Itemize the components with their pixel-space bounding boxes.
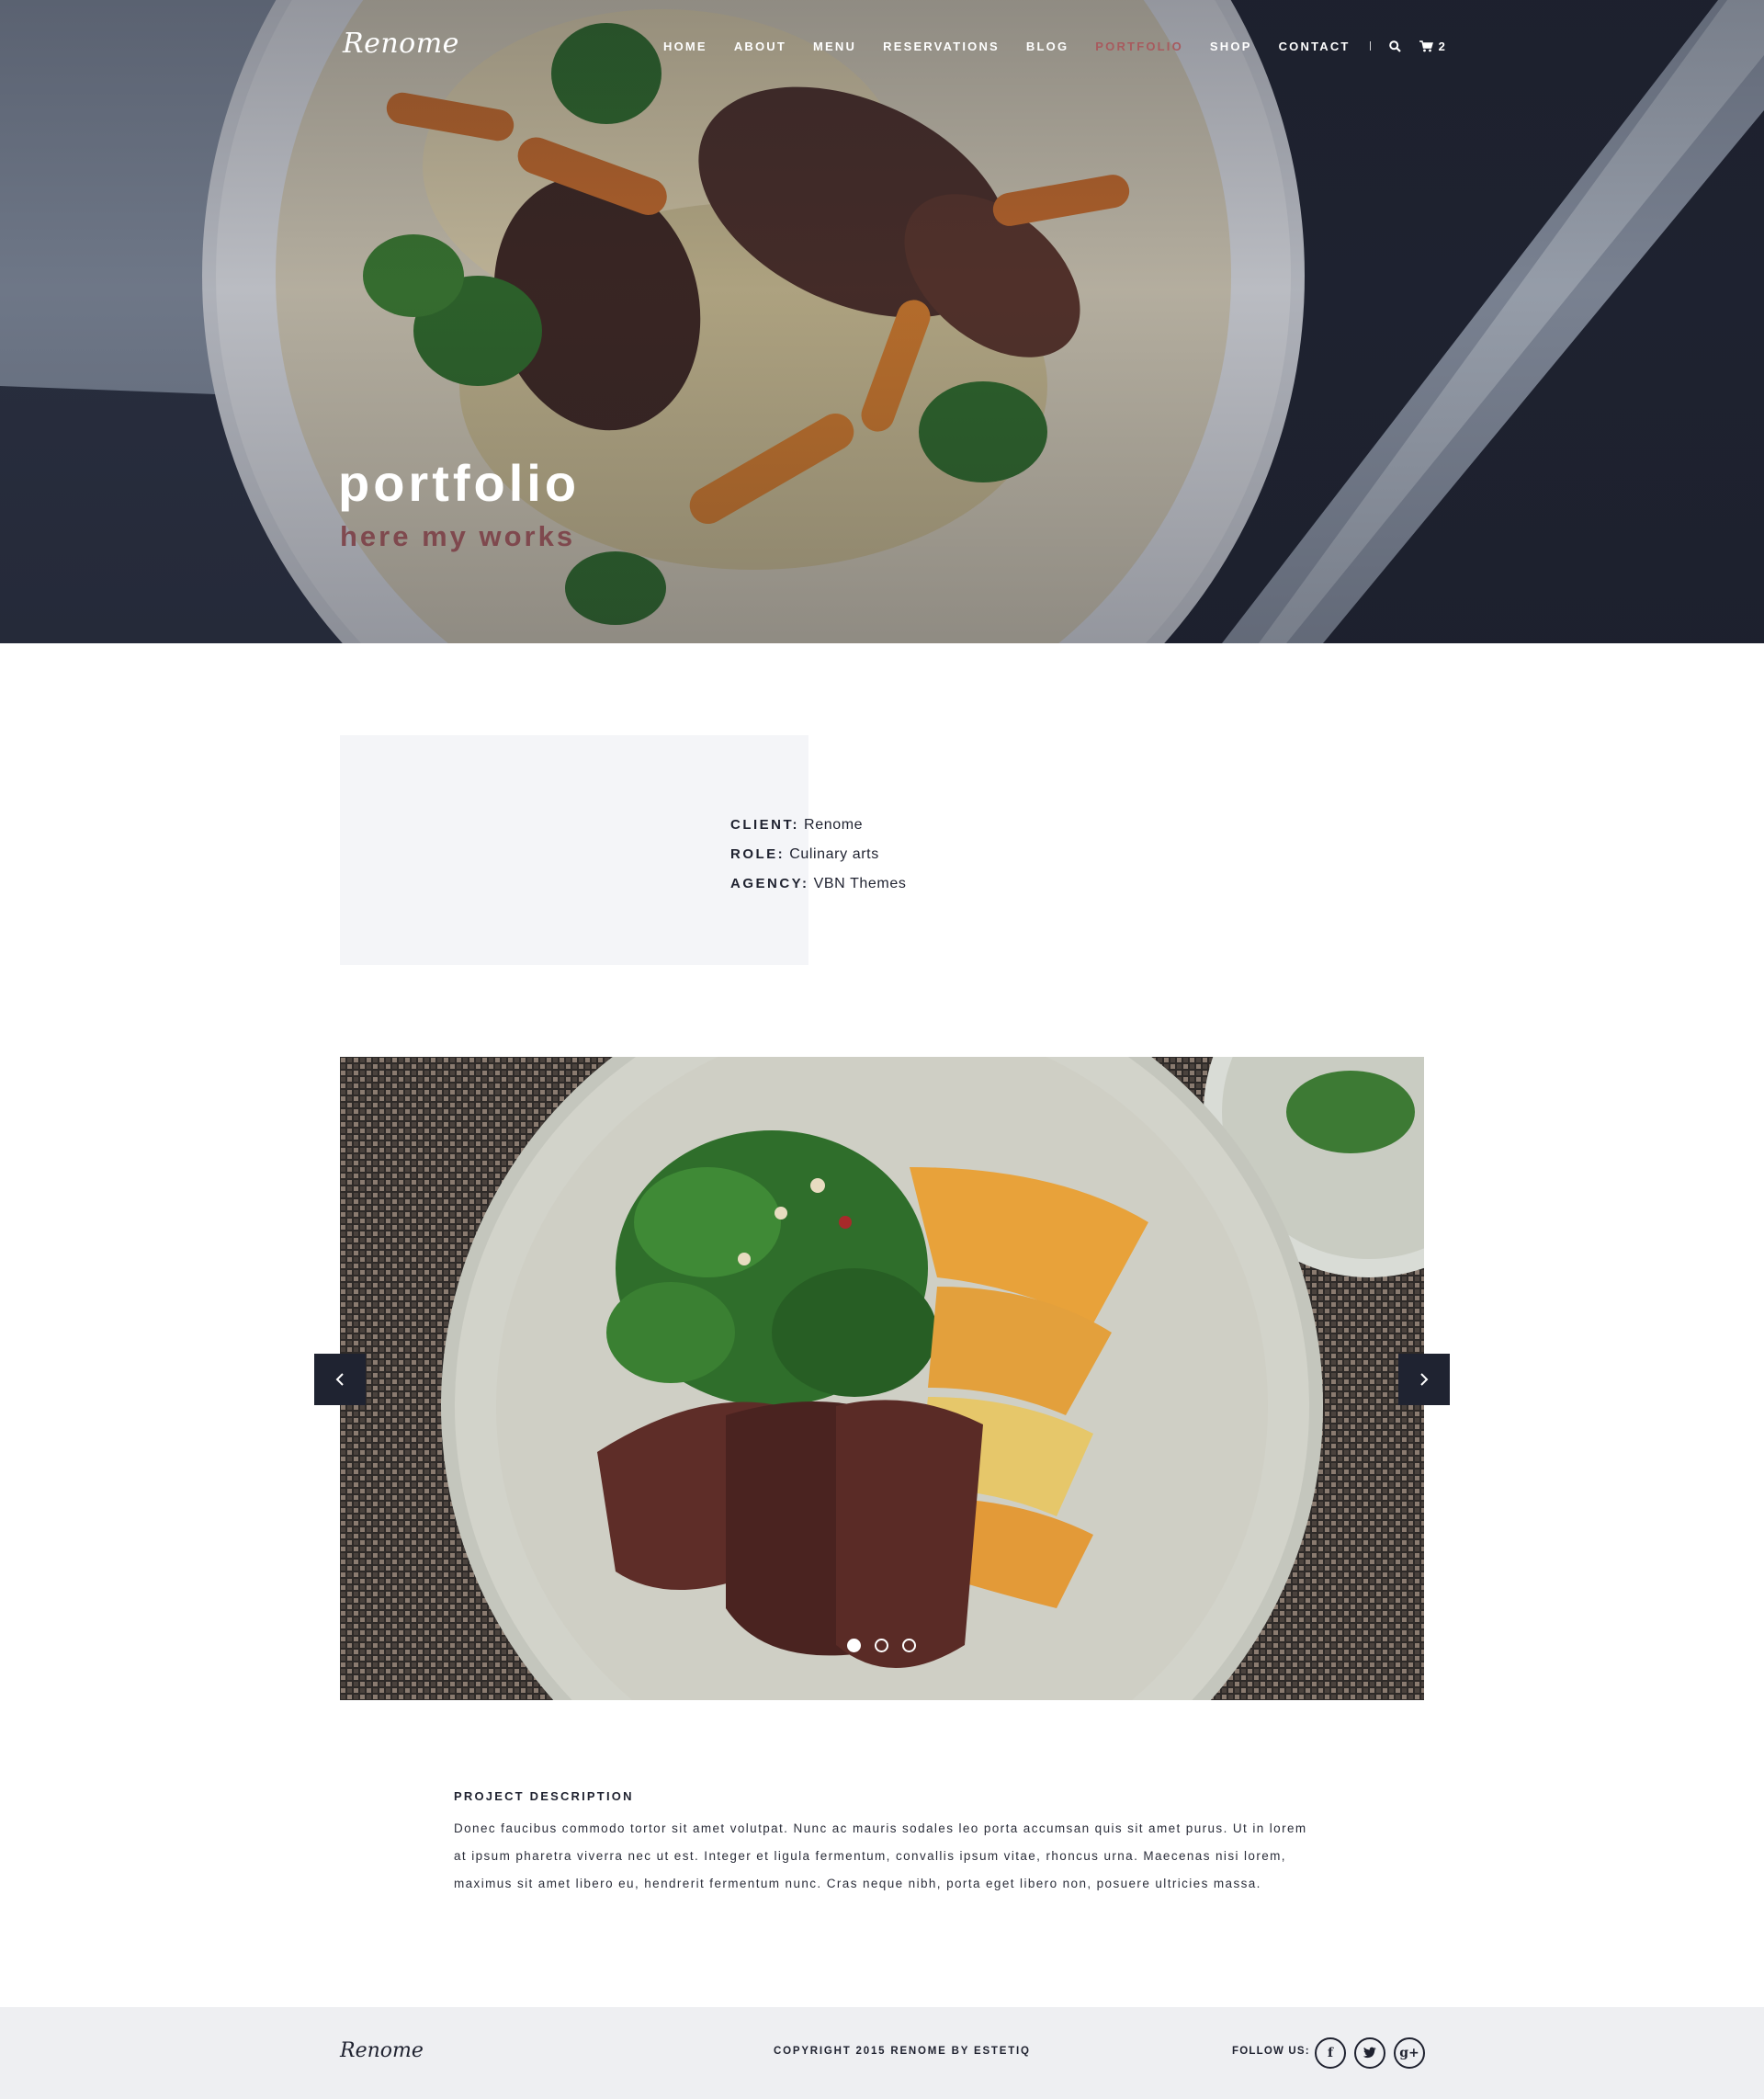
follow-us-label: FOLLOW US:	[1232, 2046, 1310, 2057]
slider-dot-3[interactable]	[902, 1639, 916, 1652]
chevron-left-icon	[335, 1373, 344, 1386]
project-image-slider[interactable]	[340, 1057, 1424, 1700]
nav-item-portfolio[interactable]: PORTFOLIO	[1095, 40, 1183, 53]
description-text: Donec faucibus commodo tortor sit amet v…	[454, 1821, 1307, 1890]
cart-count: 2	[1438, 39, 1445, 53]
nav-item-blog[interactable]: BLOG	[1026, 40, 1069, 53]
nav-item-contact[interactable]: CONTACT	[1279, 40, 1351, 53]
slider-pagination	[847, 1639, 930, 1652]
agency-row: AGENCY: VBN Themes	[730, 869, 906, 899]
slider-next-button[interactable]	[1398, 1354, 1450, 1405]
slide-food-image	[340, 1057, 1424, 1700]
client-value: Renome	[804, 817, 864, 833]
agency-value: VBN Themes	[813, 876, 907, 891]
slider-dot-2[interactable]	[875, 1639, 888, 1652]
description-heading: PROJECT DESCRIPTION	[454, 1789, 634, 1803]
slider-dot-1[interactable]	[847, 1639, 861, 1652]
site-logo[interactable]: Renome	[343, 28, 459, 60]
role-value: Culinary arts	[789, 846, 879, 862]
site-footer: Renome COPYRIGHT 2015 RENOME BY ESTETIQ …	[0, 2007, 1764, 2099]
nav-item-home[interactable]: HOME	[663, 40, 707, 53]
project-info-list: CLIENT: Renome ROLE: Culinary arts AGENC…	[730, 811, 906, 899]
agency-label: AGENCY:	[730, 876, 809, 891]
cart-button[interactable]: 2	[1419, 40, 1445, 53]
client-label: CLIENT:	[730, 817, 799, 833]
chevron-right-icon	[1420, 1373, 1429, 1386]
nav-item-reservations[interactable]: RESERVATIONS	[883, 40, 1000, 53]
search-icon[interactable]	[1388, 40, 1401, 52]
client-row: CLIENT: Renome	[730, 811, 906, 840]
nav-divider	[1369, 41, 1371, 51]
footer-copyright: COPYRIGHT 2015 RENOME BY ESTETIQ	[774, 2046, 1031, 2057]
hero-overlay	[0, 0, 1764, 643]
nav-item-menu[interactable]: MENU	[813, 40, 856, 53]
social-links: f g+	[1315, 2037, 1433, 2069]
facebook-icon[interactable]: f	[1315, 2037, 1346, 2069]
twitter-icon[interactable]	[1354, 2037, 1385, 2069]
nav-item-about[interactable]: ABOUT	[734, 40, 786, 53]
main-nav: HOME ABOUT MENU RESERVATIONS BLOG PORTFO…	[663, 37, 1445, 55]
hero-banner	[0, 0, 1764, 643]
nav-item-shop[interactable]: SHOP	[1210, 40, 1252, 53]
role-row: ROLE: Culinary arts	[730, 840, 906, 869]
footer-logo[interactable]: Renome	[340, 2039, 424, 2062]
page-subtitle: here my works	[340, 520, 576, 552]
cart-icon	[1419, 40, 1433, 51]
slider-prev-button[interactable]	[314, 1354, 366, 1405]
role-label: ROLE:	[730, 846, 786, 862]
google-plus-icon[interactable]: g+	[1394, 2037, 1425, 2069]
page-title: portfolio	[338, 454, 581, 512]
